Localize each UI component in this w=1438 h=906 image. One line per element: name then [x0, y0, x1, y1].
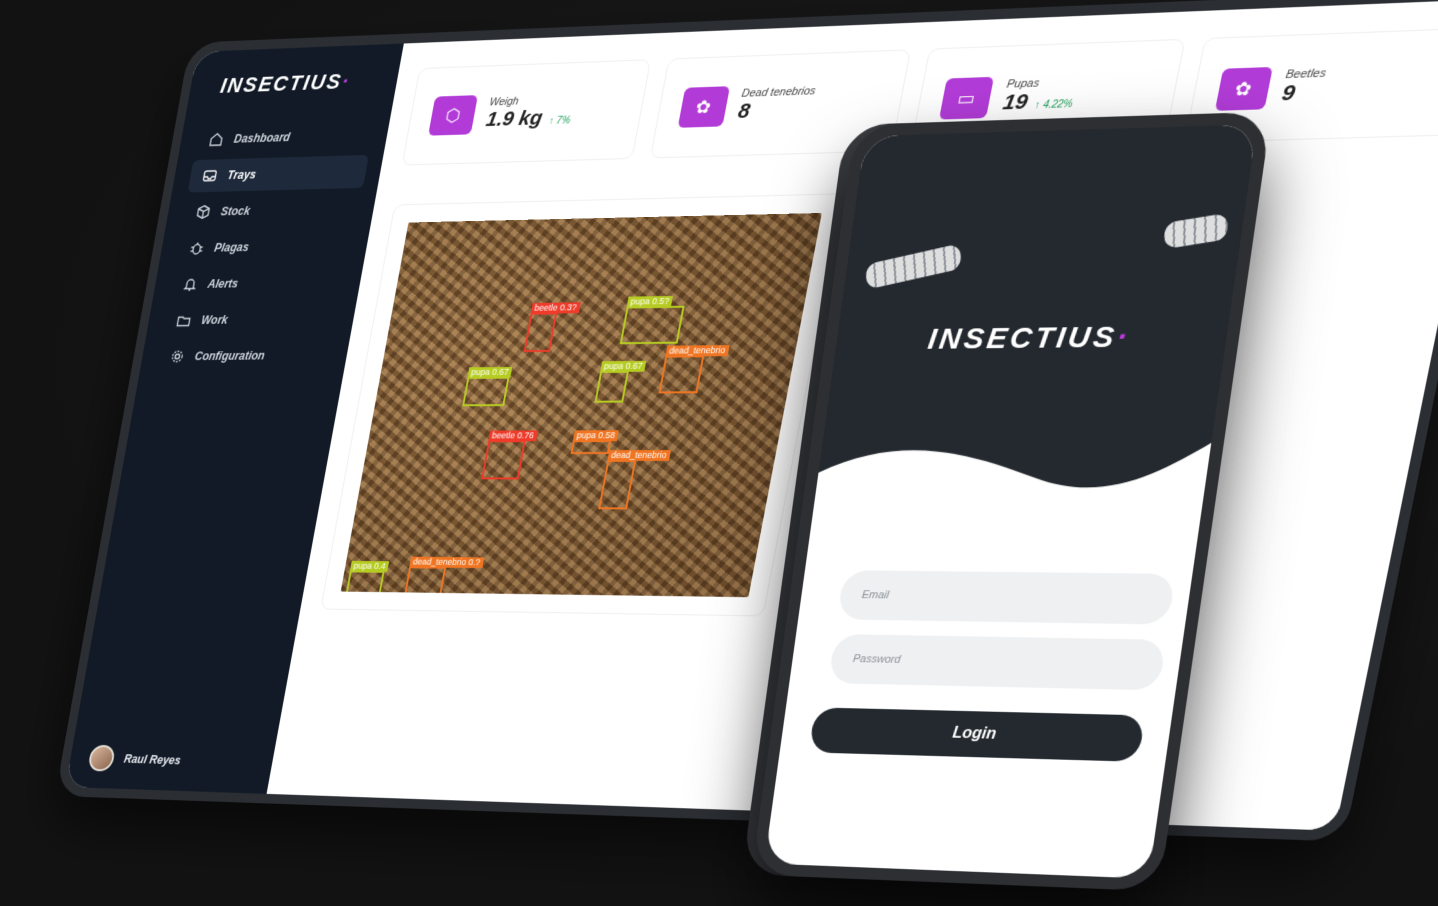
sidebar-item-dashboard[interactable]: Dashboard	[194, 118, 376, 156]
bug-icon: ✿	[677, 86, 730, 128]
sidebar-item-plagas[interactable]: Plagas	[175, 229, 356, 265]
sidebar-item-label: Dashboard	[232, 130, 292, 146]
detection-box[interactable]: dead_tenebrio 0.?	[404, 556, 484, 596]
video-icon: ▭	[938, 76, 994, 120]
cube-icon: ⬡	[428, 95, 478, 136]
sidebar-item-work[interactable]: Work	[162, 302, 342, 337]
detection-box[interactable]: beetle 0.3?	[523, 302, 581, 353]
folder-icon	[175, 313, 192, 328]
scene: INSECTIUS· Dashboard Trays Stock Plagas …	[0, 0, 1438, 906]
stat-delta: ↑ 7%	[548, 115, 572, 127]
tray-icon	[201, 168, 218, 184]
sidebar-item-configuration[interactable]: Configuration	[155, 339, 335, 373]
tray-image-panel: beetle 0.3? pupa 0.5? dead_tenebrio pupa…	[320, 193, 845, 617]
email-field[interactable]	[837, 570, 1176, 625]
avatar	[87, 744, 117, 772]
login-header: INSECTIUS·	[811, 124, 1258, 525]
sidebar-item-label: Stock	[219, 204, 252, 219]
bug-icon: ✿	[1214, 66, 1273, 111]
home-icon	[208, 132, 225, 148]
login-button[interactable]: Login	[808, 707, 1146, 762]
gear-icon	[169, 349, 186, 364]
user-profile[interactable]: Raul Reyes	[87, 744, 183, 774]
sidebar-item-label: Work	[200, 313, 229, 327]
brand-logo: INSECTIUS·	[218, 68, 353, 98]
password-field[interactable]	[828, 634, 1167, 691]
detection-box[interactable]: dead_tenebrio	[598, 450, 671, 510]
sidebar-item-label: Alerts	[206, 276, 240, 291]
stat-card-weigh[interactable]: ⬡ Weigh 1.9 kg ↑ 7%	[401, 59, 651, 166]
stat-label: Dead tenebrios	[740, 85, 817, 100]
stat-label: Beetles	[1284, 67, 1328, 82]
larva-illustration	[865, 243, 962, 290]
detection-box[interactable]: pupa 0.67	[462, 366, 513, 407]
larva-illustration	[1164, 213, 1228, 250]
detection-box[interactable]: pupa 0.5?	[619, 295, 685, 345]
sidebar-item-label: Plagas	[213, 240, 251, 255]
sidebar-item-label: Trays	[226, 167, 258, 182]
user-name: Raul Reyes	[122, 752, 182, 768]
detection-box[interactable]: dead_tenebrio	[658, 345, 730, 394]
stat-value: 8	[736, 99, 753, 123]
sidebar-item-trays[interactable]: Trays	[187, 154, 369, 193]
stat-value: 9	[1279, 80, 1298, 106]
detection-box[interactable]: pupa 0.67	[594, 360, 647, 403]
box-icon	[195, 204, 212, 220]
bug-icon	[188, 240, 205, 256]
tray-detection-image[interactable]: beetle 0.3? pupa 0.5? dead_tenebrio pupa…	[340, 213, 822, 598]
stat-delta	[1302, 91, 1304, 103]
stat-delta: ↑ 4.22%	[1033, 98, 1074, 112]
brand-logo: INSECTIUS·	[925, 320, 1133, 356]
sidebar-item-stock[interactable]: Stock	[181, 192, 362, 229]
wave-divider	[811, 442, 1212, 525]
sidebar-item-alerts[interactable]: Alerts	[168, 265, 349, 301]
detection-box[interactable]: pupa 0.58	[570, 430, 619, 454]
detection-box[interactable]: beetle 0.76	[481, 430, 538, 480]
sidebar-item-label: Configuration	[193, 348, 266, 363]
detection-box[interactable]: pupa 0.4	[345, 560, 390, 596]
stat-value: 1.9 kg	[484, 106, 545, 131]
stat-value: 19	[1001, 89, 1030, 115]
stat-delta	[756, 109, 758, 120]
bell-icon	[182, 277, 199, 292]
